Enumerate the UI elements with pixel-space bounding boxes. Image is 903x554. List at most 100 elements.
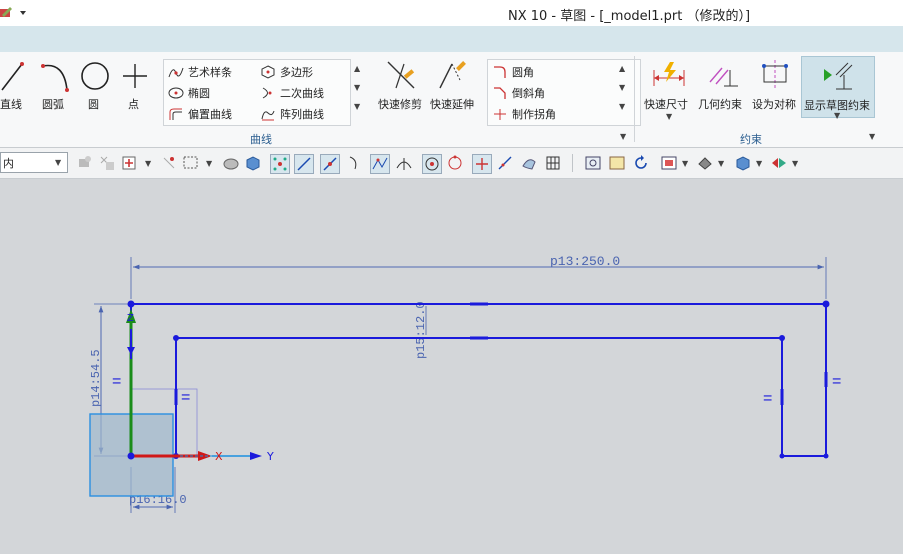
quick-extend-button[interactable]: 快速延伸 <box>430 58 476 114</box>
equal-constraint-label: = <box>112 373 121 390</box>
circle-icon <box>81 62 109 90</box>
dimension-p13[interactable]: p13:250.0 <box>130 254 827 299</box>
sketch-canvas: p13:250.0 p14:54.5 p15:12.0 p16:16.0 = =… <box>89 254 841 513</box>
chevron-down-icon[interactable]: ▼ <box>756 159 762 168</box>
line-icon <box>1 62 24 91</box>
rapid-dimension-button[interactable]: 快速尺寸 ▼ <box>644 58 694 122</box>
dimension-p14-text[interactable]: p14:54.5 <box>89 349 103 407</box>
quick-trim-icon <box>387 61 415 89</box>
intersection-snap-icon[interactable] <box>370 154 390 174</box>
ellipse-icon <box>168 87 184 99</box>
chevron-down-icon[interactable]: ▼ <box>718 159 724 168</box>
equal-constraint-label: = <box>832 373 841 390</box>
shaded-cube-icon[interactable] <box>734 154 752 172</box>
center-snap-icon[interactable] <box>422 154 442 174</box>
dimension-p15-text[interactable]: p15:12.0 <box>414 301 428 359</box>
point-label: 点 <box>128 98 139 111</box>
quadrant-snap-icon[interactable] <box>446 154 464 172</box>
dimension-p13-text[interactable]: p13:250.0 <box>550 254 620 269</box>
point-on-curve-icon[interactable] <box>496 154 514 172</box>
studio-spline-button[interactable]: 艺术样条 <box>168 64 232 80</box>
make-symmetric-label: 设为对称 <box>752 98 796 111</box>
quick-access-icon[interactable] <box>0 4 30 22</box>
polygon-label: 多边形 <box>280 66 313 79</box>
existing-point-snap-icon[interactable] <box>472 154 492 174</box>
line-label: 直线 <box>0 98 22 111</box>
conic-icon <box>262 87 272 99</box>
select-feature-icon[interactable] <box>98 154 116 172</box>
line-button[interactable]: 直线 <box>0 58 26 111</box>
chevron-down-icon[interactable]: ▼ <box>145 159 151 168</box>
pattern-curve-icon <box>261 110 275 121</box>
constraint-group-label: 约束 <box>740 133 762 146</box>
bounded-grid-icon[interactable] <box>544 154 562 172</box>
deselect-icon[interactable] <box>160 154 178 172</box>
edit-section-icon[interactable] <box>770 154 788 172</box>
ellipse-button[interactable]: 椭圆 <box>168 85 210 101</box>
make-symmetric-button[interactable]: 设为对称 <box>750 58 800 114</box>
circle-button[interactable]: 圆 <box>80 58 110 111</box>
scroll-down-icon: ▼ <box>619 83 626 92</box>
render-style-icon[interactable] <box>696 154 714 172</box>
conic-button[interactable]: 二次曲线 <box>260 85 324 101</box>
pattern-curve-label: 阵列曲线 <box>280 108 324 121</box>
selection-scope-dropdown[interactable]: 内 ▼ <box>0 152 68 173</box>
fillet-button[interactable]: 圆角 <box>492 64 534 80</box>
make-corner-button[interactable]: 制作拐角 <box>492 106 556 122</box>
zoom-icon[interactable] <box>608 154 626 172</box>
rapid-dimension-icon <box>653 62 685 86</box>
chamfer-button[interactable]: 倒斜角 <box>492 85 545 101</box>
snap-filter-icon[interactable] <box>76 154 94 172</box>
curve-group-expand-icon[interactable]: ▼ <box>620 132 626 141</box>
point-snap-icon[interactable] <box>270 154 290 174</box>
graphics-window[interactable]: p13:250.0 p14:54.5 p15:12.0 p16:16.0 = =… <box>0 179 903 554</box>
chamfer-icon <box>494 87 506 99</box>
rotate-icon[interactable] <box>632 154 650 172</box>
quick-extend-icon <box>439 61 466 89</box>
solid-filter-icon[interactable] <box>222 154 240 172</box>
dimension-p15[interactable]: p15:12.0 <box>414 301 428 359</box>
make-symmetric-icon <box>762 60 788 90</box>
toolbar-divider <box>572 154 573 172</box>
show-sketch-constraints-button[interactable]: 显示草图约束 ▼ <box>801 56 875 120</box>
offset-curve-button[interactable]: 偏置曲线 <box>168 106 232 122</box>
select-add-icon[interactable] <box>120 154 138 172</box>
chevron-down-icon[interactable]: ▼ <box>206 159 212 168</box>
pattern-curve-button[interactable]: 阵列曲线 <box>260 106 324 122</box>
fillet-icon <box>494 66 506 78</box>
geometric-constraint-button[interactable]: 几何约束 <box>698 58 748 114</box>
axis-y-label: Y <box>266 450 274 463</box>
constraint-group-expand-icon[interactable]: ▼ <box>869 132 875 141</box>
chamfer-label: 倒斜角 <box>512 87 545 100</box>
body-filter-icon[interactable] <box>244 154 262 172</box>
sketch-profile[interactable] <box>130 303 827 457</box>
chevron-down-icon[interactable]: ▼ <box>792 159 798 168</box>
control-point-icon[interactable] <box>346 154 364 172</box>
end-point-snap-icon[interactable] <box>294 154 314 174</box>
selection-scope-value: 内 <box>3 157 14 170</box>
rectangle-select-icon[interactable] <box>182 154 200 172</box>
fillet-label: 圆角 <box>512 66 534 79</box>
point-on-surface-icon[interactable] <box>520 154 538 172</box>
curve-gallery-scroll[interactable]: ▲ ▼ ▼ <box>354 64 360 111</box>
show-sketch-constraints-icon <box>824 62 853 90</box>
equal-constraint-label: = <box>763 390 772 407</box>
orient-view-icon[interactable] <box>660 154 678 172</box>
arc-center-snap-icon[interactable] <box>395 154 413 172</box>
scroll-down-icon: ▼ <box>354 83 361 92</box>
corner-gallery-scroll[interactable]: ▲ ▼ ▼ <box>619 64 625 111</box>
polygon-button[interactable]: 多边形 <box>260 64 313 80</box>
scroll-up-icon: ▲ <box>619 64 626 73</box>
circle-label: 圆 <box>88 98 99 111</box>
axis-x-label: X <box>215 450 223 463</box>
view-fit-icon[interactable] <box>584 154 602 172</box>
chevron-down-icon: ▼ <box>834 111 841 120</box>
quick-trim-button[interactable]: 快速修剪 <box>378 58 424 114</box>
arc-button[interactable]: 圆弧 <box>38 58 70 111</box>
mid-point-snap-icon[interactable] <box>320 154 340 174</box>
conic-label: 二次曲线 <box>280 87 324 100</box>
scroll-up-icon: ▲ <box>354 64 361 73</box>
ellipse-label: 椭圆 <box>188 87 210 100</box>
chevron-down-icon[interactable]: ▼ <box>682 159 688 168</box>
point-button[interactable]: 点 <box>120 58 148 111</box>
